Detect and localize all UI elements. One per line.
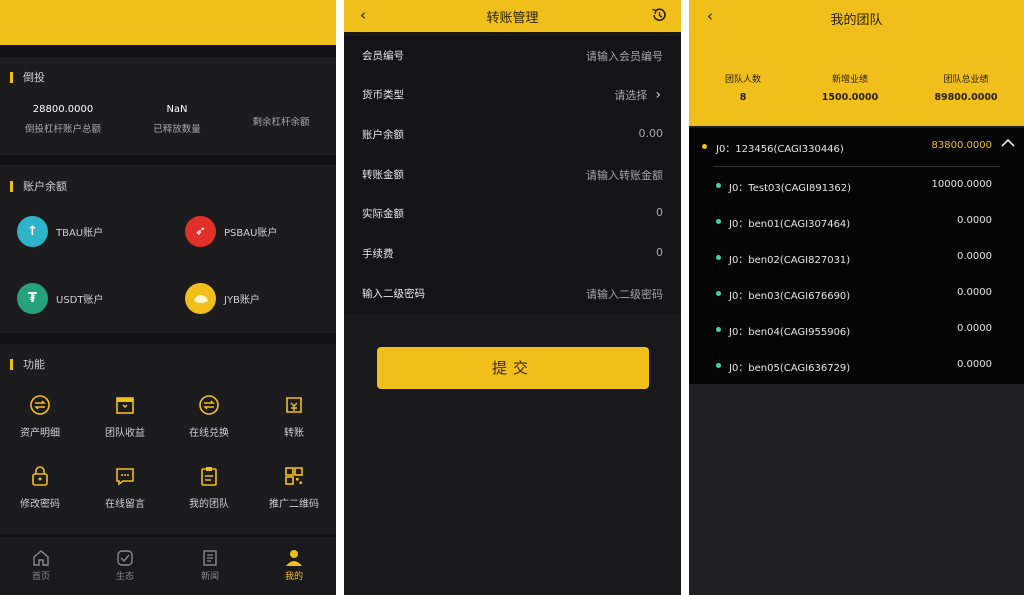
page-title: 转账管理 bbox=[486, 11, 539, 26]
psbau-account[interactable]: ➶ PSBAU账户 bbox=[185, 216, 277, 247]
func-my-team[interactable]: 我的团队 bbox=[169, 465, 249, 510]
func-online-message[interactable]: 在线留言 bbox=[85, 465, 165, 510]
exchange-circle-icon bbox=[30, 395, 50, 415]
actual-amount-field: 实际金额 0 bbox=[362, 206, 663, 220]
divider bbox=[713, 166, 1000, 167]
status-dot bbox=[716, 291, 721, 296]
jyb-coin-icon bbox=[185, 283, 216, 314]
status-dot bbox=[716, 327, 721, 332]
history-icon[interactable] bbox=[651, 7, 667, 27]
qrcode-icon bbox=[285, 467, 303, 485]
actual-amount-value: 0 bbox=[656, 206, 663, 219]
invest-section-title: 倒投 bbox=[23, 71, 45, 84]
tab-news[interactable]: 新闻 bbox=[185, 549, 235, 582]
ecology-icon bbox=[117, 550, 133, 566]
transfer-amount-field[interactable]: 转账金额 请输入转账金额 bbox=[344, 155, 681, 195]
remaining-stat: 剩余杠杆余额 bbox=[252, 117, 310, 128]
status-dot bbox=[702, 144, 707, 149]
team-member-row[interactable]: J0：ben04(CAGI955906) 0.0000 bbox=[689, 312, 1024, 348]
gift-box-icon bbox=[116, 397, 134, 414]
fee-value: 0 bbox=[656, 246, 663, 259]
home-icon bbox=[33, 550, 49, 566]
invest-section: 倒投 28800.0000 倒投杠杆账户总额 NaN 已释放数量 剩余杠杆余额 bbox=[0, 57, 336, 155]
currency-type-field[interactable]: 货币类型 请选择 › bbox=[344, 75, 681, 115]
transfer-form: 会员编号 请输入会员编号 货币类型 请选择 › 账户余额 0.00 转账金额 请… bbox=[344, 36, 681, 314]
status-dot bbox=[716, 363, 721, 368]
transfer-screen: ‹ 转账管理 会员编号 请输入会员编号 货币类型 请选择 › 账户余额 0.00… bbox=[344, 0, 681, 595]
member-id-input[interactable]: 请输入会员编号 bbox=[586, 48, 663, 64]
message-icon bbox=[116, 468, 134, 486]
transfer-amount-input[interactable]: 请输入转账金额 bbox=[586, 167, 663, 183]
balance-section-title: 账户余额 bbox=[23, 180, 67, 193]
profile-screen: 倒投 28800.0000 倒投杠杆账户总额 NaN 已释放数量 剩余杠杆余额 … bbox=[0, 0, 336, 595]
func-team-income[interactable]: 团队收益 bbox=[85, 394, 165, 439]
released-stat: NaN 已释放数量 bbox=[153, 104, 201, 135]
new-performance-stat: 新增业绩 1500.0000 bbox=[821, 75, 879, 103]
psbau-coin-icon: ➶ bbox=[185, 216, 216, 247]
tbau-coin-icon: ↑ bbox=[17, 216, 48, 247]
account-balance-field: 账户余额 0.00 bbox=[362, 127, 664, 141]
section-marker bbox=[10, 180, 13, 192]
total-performance-stat: 团队总业绩 89800.0000 bbox=[934, 75, 998, 103]
status-dot bbox=[716, 183, 721, 188]
team-member-row[interactable]: J0：Test03(CAGI891362) 10000.0000 bbox=[689, 168, 1024, 204]
status-dot bbox=[716, 219, 721, 224]
usdt-account[interactable]: ₮ USDT账户 bbox=[17, 283, 103, 314]
section-marker bbox=[10, 358, 13, 370]
invest-total-stat: 28800.0000 倒投杠杆账户总额 bbox=[24, 104, 101, 135]
balance-section: 账户余额 ↑ TBAU账户 ➶ PSBAU账户 ₮ USDT账户 JYB账户 bbox=[0, 165, 336, 333]
usdt-coin-icon: ₮ bbox=[17, 283, 48, 314]
account-balance-value: 0.00 bbox=[638, 127, 664, 140]
currency-type-select[interactable]: 请选择 › bbox=[614, 87, 661, 103]
tab-ecology[interactable]: 生态 bbox=[100, 549, 150, 582]
func-asset-detail[interactable]: 资产明细 bbox=[0, 394, 80, 439]
func-transfer[interactable]: 转账 bbox=[254, 394, 334, 439]
bottom-tabbar: 首页 生态 新闻 我的 bbox=[0, 537, 336, 595]
func-change-password[interactable]: 修改密码 bbox=[0, 465, 80, 510]
secondary-password-field[interactable]: 输入二级密码 请输入二级密码 bbox=[344, 274, 681, 314]
tab-home[interactable]: 首页 bbox=[16, 549, 66, 582]
team-member-row[interactable]: J0：ben01(CAGI307464) 0.0000 bbox=[689, 204, 1024, 240]
fee-field: 手续费 0 bbox=[362, 246, 663, 260]
chevron-up-icon[interactable] bbox=[1001, 138, 1015, 151]
functions-section: 功能 资产明细 团队收益 在线兑换 转账 修改密码 在线留言 我的团队 推广二维… bbox=[0, 344, 336, 534]
team-size-stat: 团队人数 8 bbox=[724, 75, 761, 103]
tbau-account[interactable]: ↑ TBAU账户 bbox=[17, 216, 103, 247]
secondary-password-input[interactable]: 请输入二级密码 bbox=[586, 286, 663, 302]
swap-circle-icon bbox=[199, 395, 219, 415]
submit-button[interactable]: 提交 bbox=[377, 347, 649, 389]
transfer-header: ‹ 转账管理 bbox=[344, 0, 681, 32]
team-member-row[interactable]: J0：ben03(CAGI676690) 0.0000 bbox=[689, 276, 1024, 312]
tab-mine[interactable]: 我的 bbox=[269, 549, 319, 582]
jyb-account[interactable]: JYB账户 bbox=[185, 283, 260, 314]
team-screen: ‹ 我的团队 团队人数 8 新增业绩 1500.0000 团队总业绩 89800… bbox=[689, 0, 1024, 595]
func-online-exchange[interactable]: 在线兑换 bbox=[169, 394, 249, 439]
profile-header bbox=[0, 0, 336, 45]
transfer-icon bbox=[286, 397, 302, 413]
functions-section-title: 功能 bbox=[23, 358, 45, 371]
func-promo-qrcode[interactable]: 推广二维码 bbox=[254, 465, 334, 510]
team-member-row[interactable]: J0：ben05(CAGI636729) 0.0000 bbox=[689, 348, 1024, 384]
member-id-field[interactable]: 会员编号 请输入会员编号 bbox=[344, 36, 681, 76]
section-marker bbox=[10, 71, 13, 83]
team-member-row[interactable]: J0：ben02(CAGI827031) 0.0000 bbox=[689, 240, 1024, 276]
team-root-row[interactable]: J0：123456(CAGI330446) 83800.0000 bbox=[689, 129, 1024, 165]
page-title: 我的团队 bbox=[830, 13, 883, 28]
chevron-right-icon: › bbox=[655, 87, 661, 103]
news-icon bbox=[203, 550, 217, 566]
lock-icon bbox=[32, 466, 48, 486]
status-dot bbox=[716, 255, 721, 260]
team-header: ‹ 我的团队 团队人数 8 新增业绩 1500.0000 团队总业绩 89800… bbox=[689, 0, 1024, 126]
user-icon bbox=[286, 550, 302, 566]
clipboard-icon bbox=[201, 467, 217, 486]
